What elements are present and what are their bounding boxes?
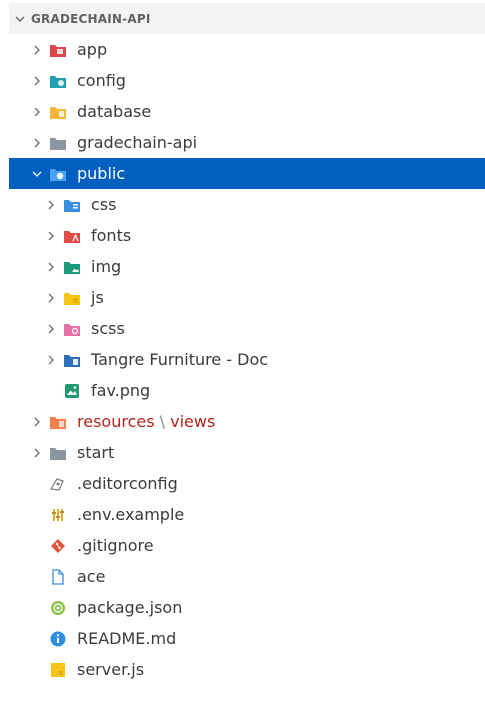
tree-item-start[interactable]: start [9, 437, 485, 468]
tree-item-server-js[interactable]: server.js [9, 654, 485, 685]
tree-item-fonts[interactable]: fonts [9, 220, 485, 251]
tree-item-label: README.md [77, 629, 177, 648]
tree-item-label: img [91, 257, 122, 276]
chevron-right-icon[interactable] [31, 34, 43, 65]
tree-item-label: resources \ views [77, 406, 215, 437]
chevron-right-icon[interactable] [45, 313, 57, 344]
file-icon [49, 568, 67, 586]
tree-item-label: Tangre Furniture - Doc [91, 350, 269, 369]
tree-item-label: fav.png [91, 381, 151, 400]
tree-item-package-json[interactable]: package.json [9, 592, 485, 623]
tree-item-env-example[interactable]: .env.example [9, 499, 485, 530]
chevron-right-icon[interactable] [45, 251, 57, 282]
tree-item-label: config [77, 71, 126, 90]
env-settings-icon [49, 506, 67, 524]
chevron-right-icon[interactable] [45, 189, 57, 220]
folder-app-icon [49, 41, 67, 59]
folder-database-icon [49, 103, 67, 121]
resources-label: resources [77, 412, 155, 431]
tree-item-js[interactable]: js [9, 282, 485, 313]
tree-item-readme[interactable]: README.md [9, 623, 485, 654]
tree-item-img[interactable]: img [9, 251, 485, 282]
tree-item-label: .gitignore [77, 536, 154, 555]
chevron-right-icon[interactable] [31, 96, 43, 127]
folder-config-icon [49, 72, 67, 90]
tree-item-label: package.json [77, 598, 183, 617]
tree-item-label: ace [77, 567, 106, 586]
git-icon [49, 537, 67, 555]
file-explorer: GRADECHAIN-API app config database grade… [0, 0, 485, 702]
chevron-right-icon[interactable] [31, 65, 43, 96]
tree-item-label: server.js [77, 660, 145, 679]
nodejs-icon [49, 599, 67, 617]
tree-item-app[interactable]: app [9, 34, 485, 65]
tree-item-css[interactable]: css [9, 189, 485, 220]
tree-item-database[interactable]: database [9, 96, 485, 127]
tree-item-gradechain-api[interactable]: gradechain-api [9, 127, 485, 158]
folder-docs-icon [63, 351, 81, 369]
chevron-right-icon[interactable] [31, 127, 43, 158]
folder-icon [49, 444, 67, 462]
chevron-right-icon[interactable] [45, 344, 57, 375]
tree-item-label: app [77, 40, 108, 59]
path-separator: \ [159, 412, 166, 431]
chevron-down-icon[interactable] [9, 13, 31, 25]
chevron-right-icon[interactable] [31, 437, 43, 468]
tree-item-ace[interactable]: ace [9, 561, 485, 592]
tree-item-scss[interactable]: scss [9, 313, 485, 344]
chevron-right-icon[interactable] [31, 406, 43, 437]
tree-item-resources-views[interactable]: resources \ views [9, 406, 485, 437]
tree-item-config[interactable]: config [9, 65, 485, 96]
tree-item-label: start [77, 443, 115, 462]
tree-item-public[interactable]: public [9, 158, 485, 189]
folder-js-icon [63, 289, 81, 307]
tree-item-label: .editorconfig [77, 474, 178, 493]
folder-images-icon [63, 258, 81, 276]
tree-item-label: gradechain-api [77, 133, 198, 152]
chevron-down-icon[interactable] [31, 158, 43, 189]
tree-item-label: public [77, 164, 126, 183]
tree-item-label: .env.example [77, 505, 185, 524]
info-icon [49, 630, 67, 648]
javascript-file-icon [49, 661, 67, 679]
views-label: views [170, 412, 216, 431]
folder-public-icon [49, 165, 67, 183]
explorer-header[interactable]: GRADECHAIN-API [9, 3, 485, 34]
chevron-right-icon[interactable] [45, 282, 57, 313]
tree-item-tangre-furniture-doc[interactable]: Tangre Furniture - Doc [9, 344, 485, 375]
folder-css-icon [63, 196, 81, 214]
tree-item-gitignore[interactable]: .gitignore [9, 530, 485, 561]
chevron-right-icon[interactable] [45, 220, 57, 251]
image-file-icon [63, 382, 81, 400]
folder-views-icon [49, 413, 67, 431]
folder-fonts-icon [63, 227, 81, 245]
tree-item-fav-png[interactable]: fav.png [9, 375, 485, 406]
tree-item-label: scss [91, 319, 125, 338]
editorconfig-icon [49, 475, 67, 493]
tree-item-label: database [77, 102, 152, 121]
folder-icon [49, 134, 67, 152]
tree-item-label: js [91, 288, 104, 307]
tree-item-editorconfig[interactable]: .editorconfig [9, 468, 485, 499]
tree-item-label: css [91, 195, 117, 214]
tree-item-label: fonts [91, 226, 132, 245]
folder-sass-icon [63, 320, 81, 338]
explorer-title: GRADECHAIN-API [31, 11, 151, 26]
